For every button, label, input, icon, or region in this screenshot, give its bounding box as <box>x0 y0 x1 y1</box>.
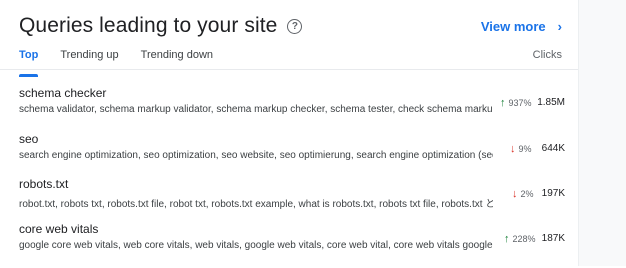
query-name: schema checker <box>19 86 107 100</box>
view-more-link[interactable]: View more › <box>481 19 562 34</box>
change-indicator: ↓ 9% <box>510 143 532 155</box>
clicks-value: 1.85M <box>537 97 565 108</box>
query-name: robots.txt <box>19 177 69 191</box>
arrow-up-icon: ↑ <box>504 233 510 245</box>
header-divider <box>0 69 578 70</box>
tab-trending-down[interactable]: Trending down <box>141 49 213 67</box>
side-panel-edge <box>578 0 626 266</box>
related-queries: search engine optimization, seo optimiza… <box>19 150 493 161</box>
chevron-right-icon: › <box>557 19 562 34</box>
clicks-value: 187K <box>541 233 565 244</box>
clicks-value: 644K <box>541 143 565 154</box>
tab-trending-up[interactable]: Trending up <box>60 49 118 67</box>
query-row[interactable]: schema checker schema validator, schema … <box>19 86 565 132</box>
query-name: seo <box>19 132 39 146</box>
arrow-up-icon: ↑ <box>500 97 506 109</box>
arrow-down-icon: ↓ <box>510 143 516 155</box>
view-more-label: View more <box>480 19 546 34</box>
queries-card: Queries leading to your site ? View more… <box>0 0 578 266</box>
change-indicator: ↑ 228% <box>504 233 536 245</box>
related-queries: robot.txt, robots txt, robots.txt file, … <box>19 199 493 210</box>
change-percent: 2% <box>520 189 534 199</box>
help-icon[interactable]: ? <box>287 18 303 34</box>
change-percent: 228% <box>512 234 536 244</box>
change-percent: 937% <box>508 98 532 108</box>
change-indicator: ↓ 2% <box>512 188 534 200</box>
query-row[interactable]: seo search engine optimization, seo opti… <box>19 132 565 178</box>
related-queries: google core web vitals, web core vitals,… <box>19 240 493 251</box>
change-indicator: ↑ 937% <box>500 97 532 109</box>
arrow-down-icon: ↓ <box>512 188 518 200</box>
tab-bar: Top Trending up Trending down <box>19 49 213 77</box>
related-queries: schema validator, schema markup validato… <box>19 104 493 115</box>
card-header: Queries leading to your site ? <box>19 14 303 38</box>
query-name: core web vitals <box>19 222 99 236</box>
clicks-column-header: Clicks <box>532 49 562 61</box>
change-percent: 9% <box>518 144 532 154</box>
card-title: Queries leading to your site <box>19 14 278 37</box>
tab-top[interactable]: Top <box>19 49 39 77</box>
query-row[interactable]: robots.txt robot.txt, robots txt, robots… <box>19 177 565 223</box>
query-row[interactable]: core web vitals google core web vitals, … <box>19 222 565 268</box>
clicks-value: 197K <box>541 188 565 199</box>
